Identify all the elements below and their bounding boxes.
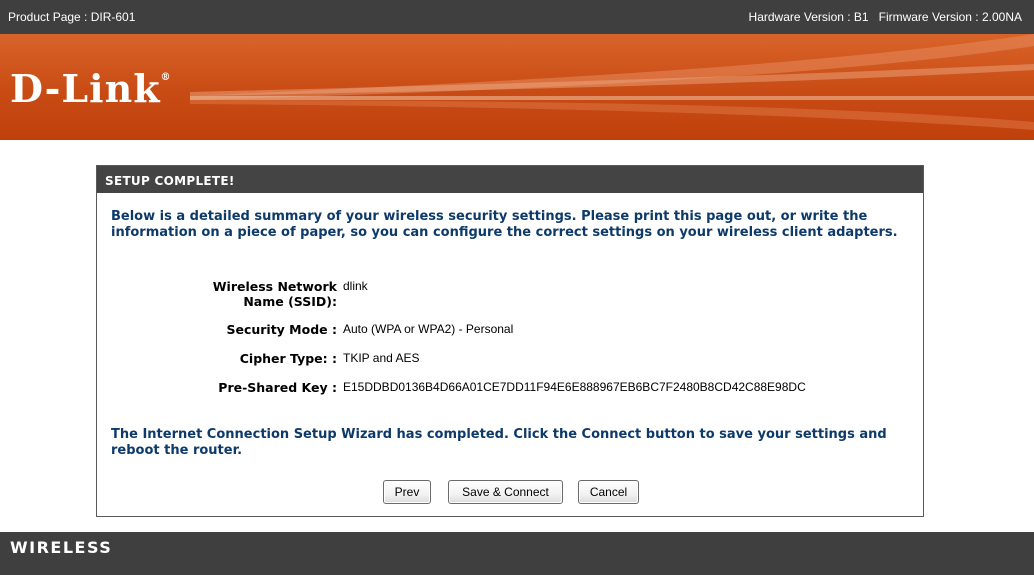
security-mode-row: Security Mode : xyxy=(97,322,337,338)
prev-button[interactable]: Prev xyxy=(383,480,431,504)
wizard-complete-text: The Internet Connection Setup Wizard has… xyxy=(111,427,887,458)
footer-bar: WIRELESS xyxy=(0,532,1034,575)
panel-title: SETUP COMPLETE! xyxy=(97,166,923,193)
registered-mark: ® xyxy=(160,72,172,83)
summary-intro-text: Below is a detailed summary of your wire… xyxy=(111,209,898,240)
security-mode-label: Security Mode : xyxy=(226,322,337,337)
version-info: Hardware Version : B1 Firmware Version :… xyxy=(748,10,1022,24)
ssid-row: Wireless Network Name (SSID): xyxy=(97,279,337,311)
setup-complete-panel: SETUP COMPLETE! Below is a detailed summ… xyxy=(96,165,924,517)
dlink-logo: D-Link® xyxy=(10,66,172,111)
ssid-label: Wireless Network Name (SSID): xyxy=(212,279,337,309)
pre-shared-key-row: Pre-Shared Key : xyxy=(97,380,337,396)
save-and-connect-button[interactable]: Save & Connect xyxy=(448,480,563,504)
cipher-type-row: Cipher Type: : xyxy=(97,351,337,367)
cancel-button[interactable]: Cancel xyxy=(578,480,639,504)
wireless-label: WIRELESS xyxy=(10,538,113,557)
security-mode-value: Auto (WPA or WPA2) - Personal xyxy=(343,322,514,336)
cipher-type-label: Cipher Type: : xyxy=(239,351,337,366)
cipher-type-value: TKIP and AES xyxy=(343,351,420,365)
ssid-value: dlink xyxy=(343,279,368,293)
top-bar: Product Page : DIR-601 Hardware Version … xyxy=(0,0,1034,34)
product-page-label: Product Page : DIR-601 xyxy=(8,10,136,24)
pre-shared-key-value: E15DDBD0136B4D66A01CE7DD11F94E6E888967EB… xyxy=(343,380,806,394)
pre-shared-key-label: Pre-Shared Key : xyxy=(218,380,337,395)
brand-banner: D-Link® xyxy=(0,34,1034,140)
